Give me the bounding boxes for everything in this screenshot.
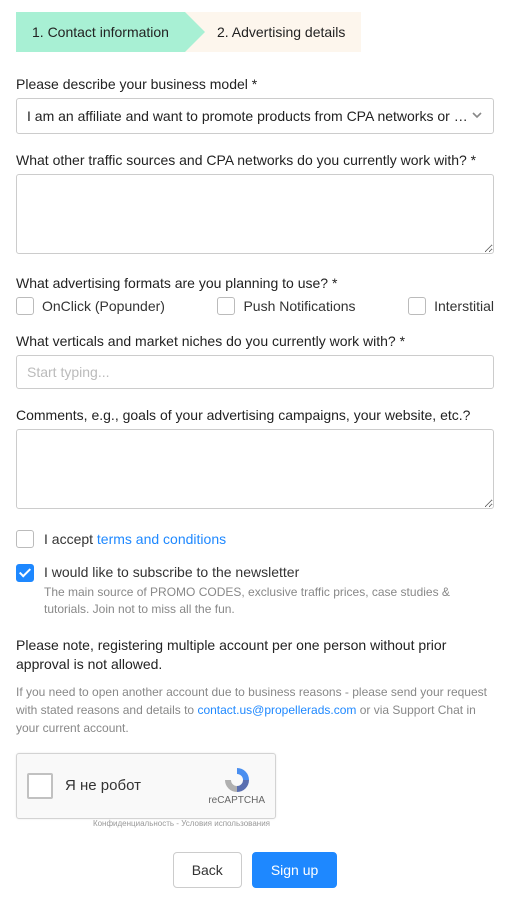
newsletter-title: I would like to subscribe to the newslet… (44, 564, 494, 580)
format-onclick-label: OnClick (Popunder) (42, 298, 165, 314)
recaptcha-checkbox[interactable] (27, 773, 53, 799)
terms-checkbox[interactable] (16, 530, 34, 548)
format-push-label: Push Notifications (243, 298, 355, 314)
ad-formats-field: What advertising formats are you plannin… (16, 275, 494, 315)
business-model-field: Please describe your business model I am… (16, 76, 494, 134)
ad-formats-label: What advertising formats are you plannin… (16, 275, 494, 291)
back-button[interactable]: Back (173, 852, 242, 888)
checkbox-icon[interactable] (217, 297, 235, 315)
terms-text: I accept terms and conditions (44, 531, 226, 547)
newsletter-checkbox[interactable] (16, 564, 34, 582)
recaptcha-privacy: Конфиденциальность - Условия использован… (16, 819, 276, 828)
format-push[interactable]: Push Notifications (217, 297, 355, 315)
terms-link[interactable]: terms and conditions (97, 531, 226, 547)
checkbox-icon[interactable] (16, 297, 34, 315)
step-advertising-details[interactable]: 2. Advertising details (185, 12, 361, 52)
business-model-label: Please describe your business model (16, 76, 494, 92)
business-model-value: I am an affiliate and want to promote pr… (27, 108, 471, 124)
checkbox-icon[interactable] (408, 297, 426, 315)
recaptcha-logo: reCAPTCHA (208, 765, 265, 806)
verticals-field: What verticals and market niches do you … (16, 333, 494, 389)
recaptcha-name: reCAPTCHA (208, 795, 265, 806)
form-buttons: Back Sign up (16, 852, 494, 888)
traffic-sources-field: What other traffic sources and CPA netwo… (16, 152, 494, 257)
business-model-select[interactable]: I am an affiliate and want to promote pr… (16, 98, 494, 134)
recaptcha-widget[interactable]: Я не робот reCAPTCHA (16, 753, 276, 819)
comments-textarea[interactable] (16, 429, 494, 509)
multiple-account-note: Please note, registering multiple accoun… (16, 636, 494, 675)
recaptcha-label: Я не робот (65, 777, 141, 794)
terms-prefix: I accept (44, 531, 97, 547)
signup-button[interactable]: Sign up (252, 852, 337, 888)
chevron-down-icon (471, 108, 483, 124)
newsletter-row: I would like to subscribe to the newslet… (16, 564, 494, 618)
step-contact-info[interactable]: 1. Contact information (16, 12, 185, 52)
format-interstitial-label: Interstitial (434, 298, 494, 314)
comments-label: Comments, e.g., goals of your advertisin… (16, 407, 494, 423)
verticals-label: What verticals and market niches do you … (16, 333, 494, 349)
format-interstitial[interactable]: Interstitial (408, 297, 494, 315)
newsletter-desc: The main source of PROMO CODES, exclusiv… (44, 584, 494, 618)
terms-row: I accept terms and conditions (16, 530, 494, 548)
format-onclick[interactable]: OnClick (Popunder) (16, 297, 165, 315)
another-account-note: If you need to open another account due … (16, 683, 494, 737)
traffic-sources-textarea[interactable] (16, 174, 494, 254)
traffic-sources-label: What other traffic sources and CPA netwo… (16, 152, 494, 168)
comments-field: Comments, e.g., goals of your advertisin… (16, 407, 494, 512)
recaptcha-icon (222, 765, 252, 795)
step-tabs: 1. Contact information 2. Advertising de… (16, 12, 494, 52)
verticals-input[interactable] (16, 355, 494, 389)
contact-email-link[interactable]: contact.us@propellerads.com (197, 703, 356, 717)
